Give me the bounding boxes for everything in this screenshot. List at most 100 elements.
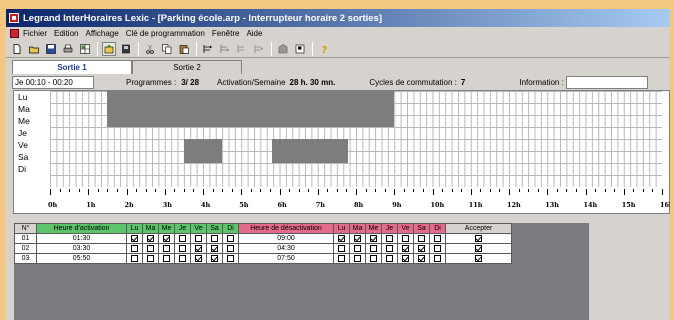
move-row-2-icon[interactable] [252,42,266,56]
off-ma-checkbox[interactable] [354,254,361,262]
row-number[interactable]: 01 [14,233,37,244]
off-me-checkbox[interactable] [370,234,377,242]
day-label: Ma [18,104,30,114]
off-je-checkbox[interactable] [386,254,393,262]
off-je-checkbox[interactable] [386,244,393,252]
save-icon[interactable] [44,42,58,56]
table-row[interactable]: 02 03:30 04:30 [14,243,512,254]
copy-icon[interactable] [160,42,174,56]
on-ma-checkbox[interactable] [147,234,154,242]
accept-checkbox[interactable] [475,244,482,252]
cut-icon[interactable] [143,42,157,56]
hour-tick [203,189,204,195]
accept-checkbox[interactable] [475,234,482,242]
help-icon[interactable]: ? [317,42,331,56]
off-ma-checkbox[interactable] [354,234,361,242]
grid-icon[interactable] [78,42,92,56]
on-me-checkbox[interactable] [163,254,170,262]
off-di-checkbox[interactable] [434,244,441,252]
paste-icon[interactable] [177,42,191,56]
table-row[interactable]: 01 01:30 09:00 [14,233,512,244]
activation-time[interactable]: 01:30 [36,233,127,244]
document-icon[interactable] [10,29,19,38]
off-ve-checkbox[interactable] [402,244,409,252]
on-lu-cell [126,243,143,254]
hour-tick [126,189,128,195]
off-sa-checkbox[interactable] [418,244,425,252]
on-di-checkbox[interactable] [227,244,234,252]
off-lu-checkbox[interactable] [338,244,345,252]
minor-tick [336,189,338,192]
on-sa-checkbox[interactable] [211,244,218,252]
minor-tick [308,189,310,192]
off-je-checkbox[interactable] [386,234,393,242]
on-di-checkbox[interactable] [227,234,234,242]
on-sa-checkbox[interactable] [211,234,218,242]
menu-affichage[interactable]: Affichage [85,29,118,38]
delete-row-icon[interactable] [218,42,232,56]
tab-sortie-2[interactable]: Sortie 2 [132,60,242,74]
on-je-checkbox[interactable] [179,234,186,242]
activation-time[interactable]: 05:50 [36,253,127,264]
minor-tick [413,189,415,192]
download-icon[interactable] [119,42,133,56]
menu-edition[interactable]: Edition [54,29,78,38]
on-ma-checkbox[interactable] [147,254,154,262]
off-lu-checkbox[interactable] [338,254,345,262]
off-di-checkbox[interactable] [434,254,441,262]
minor-tick [155,189,157,192]
menu-fenetre[interactable]: Fenêtre [212,29,240,38]
on-ve-checkbox[interactable] [195,254,202,262]
col-on-ma: Ma [142,223,159,234]
on-lu-checkbox[interactable] [131,254,138,262]
on-je-checkbox[interactable] [179,254,186,262]
insert-row-icon[interactable] [201,42,215,56]
row-number[interactable]: 03 [14,253,37,264]
tab-sortie-1[interactable]: Sortie 1 [12,60,132,74]
information-field[interactable] [565,75,648,89]
new-icon[interactable] [10,42,24,56]
off-ve-checkbox[interactable] [402,234,409,242]
deactivation-time[interactable]: 04:30 [238,243,334,254]
table-header-row: N° Heure d'activation Lu Ma Me Je Ve Sa … [14,223,512,234]
off-sa-checkbox[interactable] [418,254,425,262]
weekly-schedule-grid[interactable]: Lu Ma Me Je Ve Sa Di 0h 1h 2h 3h 4h 5h 6h 7h 8h 9… [13,90,670,214]
off-ma-checkbox[interactable] [354,244,361,252]
import-icon[interactable] [276,42,290,56]
menu-aide[interactable]: Aide [246,29,262,38]
on-me-checkbox[interactable] [163,234,170,242]
off-sa-checkbox[interactable] [418,234,425,242]
deactivation-time[interactable]: 07:50 [238,253,334,264]
upload-icon[interactable] [102,41,116,56]
off-ve-checkbox[interactable] [402,254,409,262]
table-row[interactable]: 03 05:50 07:50 [14,253,512,264]
on-lu-checkbox[interactable] [131,244,138,252]
flag-icon[interactable] [293,42,307,56]
on-lu-checkbox[interactable] [131,234,138,242]
accept-checkbox[interactable] [475,254,482,262]
off-di-cell [429,253,446,264]
off-me-checkbox[interactable] [370,254,377,262]
off-lu-checkbox[interactable] [338,234,345,242]
activation-time[interactable]: 03:30 [36,243,127,254]
deactivation-time[interactable]: 09:00 [238,233,334,244]
menu-cle-programmation[interactable]: Clé de programmation [126,29,205,38]
off-me-checkbox[interactable] [370,244,377,252]
print-icon[interactable] [61,42,75,56]
off-di-checkbox[interactable] [434,234,441,242]
title-bar[interactable]: Legrand InterHoraires Lexic - [Parking é… [6,9,670,27]
hour-tick [164,189,166,195]
menu-fichier[interactable]: Fichier [23,29,47,38]
move-row-icon[interactable] [235,42,249,56]
on-ve-checkbox[interactable] [195,234,202,242]
on-di-checkbox[interactable] [227,254,234,262]
open-icon[interactable] [27,42,41,56]
on-ma-checkbox[interactable] [147,244,154,252]
row-number[interactable]: 02 [14,243,37,254]
minor-tick [442,189,444,192]
on-sa-checkbox[interactable] [211,254,218,262]
on-ve-checkbox[interactable] [195,244,202,252]
schedule-cells[interactable] [50,91,662,187]
on-me-checkbox[interactable] [163,244,170,252]
on-je-checkbox[interactable] [179,244,186,252]
